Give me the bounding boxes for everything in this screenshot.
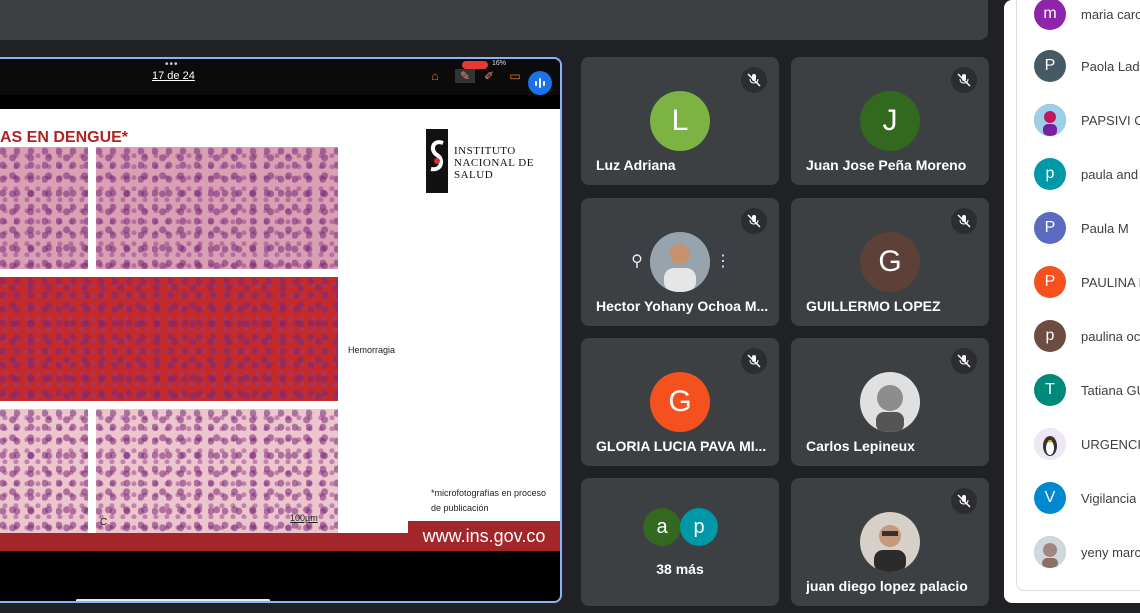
- micrograph-a1: [0, 147, 88, 269]
- presentation-tile[interactable]: ••• 17 de 24 16% ⌂ ✎ ✐ ▭ AS EN DENGUE* I…: [0, 57, 562, 603]
- avatar: L: [650, 91, 710, 151]
- participant-name: Juan Jose Peña Moreno: [806, 157, 967, 173]
- participant-name: GLORIA LUCIA PAVA MI...: [596, 438, 767, 454]
- pin-icon[interactable]: ⚲: [627, 252, 647, 272]
- person-name: paulina oc: [1081, 328, 1140, 344]
- participant-name: Luz Adriana: [596, 157, 676, 173]
- person-name: paula and: [1081, 166, 1139, 182]
- avatar: p: [680, 508, 718, 546]
- avatar: P: [1034, 266, 1066, 298]
- participant-tile[interactable]: L Luz Adriana: [581, 57, 779, 185]
- avatar: a: [643, 508, 681, 546]
- person-name: PAPSIVI C: [1081, 112, 1140, 128]
- more-vert-icon[interactable]: ⋮: [715, 252, 731, 272]
- person-name: PAULINA I: [1081, 274, 1140, 290]
- slide: AS EN DENGUE* INSTITUTO NACIONAL DE SALU…: [0, 109, 560, 551]
- mic-off-icon: [951, 488, 977, 514]
- more-participants-tile[interactable]: a p 38 más: [581, 478, 779, 606]
- person-name: URGENCI: [1081, 436, 1140, 452]
- participant-tile[interactable]: G GUILLERMO LOPEZ: [791, 198, 989, 326]
- scale-label: 100µm: [290, 513, 318, 523]
- mic-off-icon: [741, 67, 767, 93]
- participant-tile[interactable]: Carlos Lepineux: [791, 338, 989, 466]
- institute-name: INSTITUTO NACIONAL DE SALUD: [454, 145, 534, 181]
- ins-logo-icon: [426, 129, 448, 193]
- footnote: *microfotografías en proceso de publicac…: [431, 488, 547, 513]
- participant-name: juan diego lopez palacio: [806, 578, 968, 594]
- cast-icon[interactable]: ⌂: [428, 69, 442, 83]
- person-name: Paola Lad: [1081, 58, 1140, 74]
- person-name: Paula M: [1081, 220, 1129, 236]
- participant-photo: [860, 372, 920, 432]
- more-participants-label: 38 más: [656, 561, 704, 577]
- top-bar: [0, 0, 988, 40]
- avatar: p: [1034, 158, 1066, 190]
- presentation-toolbar: ••• 17 de 24 16% ⌂ ✎ ✐ ▭: [0, 59, 560, 95]
- people-list-item[interactable]: P PAULINA I: [1034, 266, 1140, 298]
- mic-off-icon: [951, 348, 977, 374]
- recording-icon: [462, 61, 488, 69]
- participant-tile[interactable]: ⚲ ⋮ Hector Yohany Ochoa M...: [581, 198, 779, 326]
- mic-off-icon: [951, 67, 977, 93]
- person-name: Vigilancia: [1081, 490, 1137, 506]
- people-list-item[interactable]: P Paola Lad: [1034, 50, 1140, 82]
- participant-photo: [650, 232, 710, 292]
- handle-icon: •••: [165, 59, 179, 70]
- speaking-indicator-icon: [528, 71, 552, 95]
- people-list-item[interactable]: m maria caro: [1034, 0, 1140, 30]
- micrograph-hemorrhage: [0, 277, 338, 401]
- eraser-icon[interactable]: ✐: [482, 69, 496, 83]
- mic-off-icon: [741, 348, 767, 374]
- participant-tile[interactable]: G GLORIA LUCIA PAVA MI...: [581, 338, 779, 466]
- avatar: P: [1034, 50, 1066, 82]
- avatar: G: [650, 372, 710, 432]
- mic-off-icon: [951, 208, 977, 234]
- avatar: [1034, 104, 1066, 136]
- people-list-item[interactable]: PAPSIVI C: [1034, 104, 1140, 136]
- participant-name: Hector Yohany Ochoa M...: [596, 298, 769, 314]
- person-name: maria caro: [1081, 6, 1140, 22]
- participant-tile[interactable]: juan diego lopez palacio: [791, 478, 989, 606]
- people-list-item[interactable]: V Vigilancia: [1034, 482, 1140, 514]
- pen-icon[interactable]: ✎: [455, 69, 475, 83]
- avatar: [1034, 536, 1066, 568]
- participant-name: GUILLERMO LOPEZ: [806, 298, 941, 314]
- avatar: [1034, 428, 1066, 460]
- people-list-item[interactable]: p paulina oc: [1034, 320, 1140, 352]
- slide-url: www.ins.gov.co: [408, 521, 560, 551]
- people-list-item[interactable]: T Tatiana GU: [1034, 374, 1140, 406]
- avatar: J: [860, 91, 920, 151]
- avatar: p: [1034, 320, 1066, 352]
- avatar: G: [860, 232, 920, 292]
- slide-page-indicator: 17 de 24: [152, 70, 195, 82]
- panel-letter: C: [100, 517, 108, 528]
- people-list-item[interactable]: p paula and: [1034, 158, 1140, 190]
- micrograph-a2: [96, 147, 338, 269]
- scrollbar[interactable]: [76, 599, 270, 601]
- participant-name: Carlos Lepineux: [806, 438, 915, 454]
- participant-tile[interactable]: J Juan Jose Peña Moreno: [791, 57, 989, 185]
- people-list-item[interactable]: P Paula M: [1034, 212, 1140, 244]
- participant-photo: [860, 512, 920, 572]
- hemorrhage-label: Hemorragia: [348, 345, 396, 355]
- micrograph-c1: [0, 409, 88, 533]
- slide-title: AS EN DENGUE*: [0, 129, 129, 146]
- avatar: T: [1034, 374, 1066, 406]
- avatar: m: [1034, 0, 1066, 30]
- avatar: P: [1034, 212, 1066, 244]
- person-name: yeny marc: [1081, 544, 1140, 560]
- avatar: V: [1034, 482, 1066, 514]
- people-list-item[interactable]: yeny marc: [1034, 536, 1140, 568]
- battery-status: 16%: [492, 60, 507, 67]
- window-icon[interactable]: ▭: [508, 69, 522, 83]
- person-name: Tatiana GU: [1081, 382, 1140, 398]
- people-list-item[interactable]: URGENCI: [1034, 428, 1140, 460]
- mic-off-icon: [741, 208, 767, 234]
